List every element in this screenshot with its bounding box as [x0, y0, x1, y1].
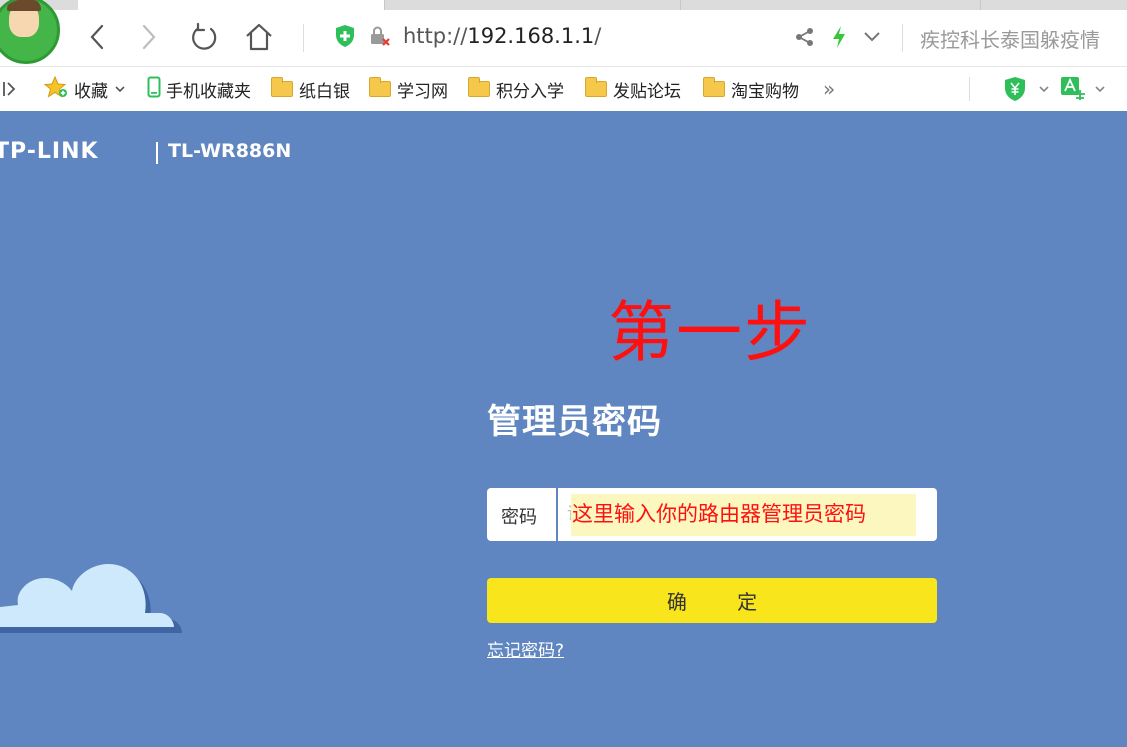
bookmark-label: 积分入学 [496, 81, 564, 102]
forgot-password-link[interactable]: 忘记密码? [487, 636, 564, 661]
translate-icon[interactable] [1060, 77, 1106, 101]
bookmarks-divider [969, 77, 970, 101]
user-avatar-icon[interactable] [0, 0, 60, 64]
bookmark-label: 纸白银 [299, 81, 350, 102]
star-icon [43, 75, 68, 103]
chevron-down-icon [114, 79, 126, 99]
password-field[interactable]: 密码 这里输入你的路由器管理员密码 [487, 488, 937, 541]
router-model: TL-WR886N [168, 140, 292, 162]
tab-separator [680, 0, 681, 10]
folder-icon [369, 77, 391, 97]
security-shield-icon[interactable] [334, 24, 356, 52]
bookmark-label: 学习网 [397, 81, 448, 102]
address-bar[interactable] [334, 22, 392, 54]
bookmark-mobile-favorites[interactable]: 手机收藏夹 [147, 76, 251, 103]
url-path: / [594, 24, 602, 48]
folder-icon [585, 77, 607, 97]
payment-shield-icon[interactable] [1002, 77, 1050, 101]
forward-button[interactable] [132, 20, 166, 54]
home-button[interactable] [242, 20, 276, 54]
confirm-button[interactable]: 确 定 [487, 578, 937, 623]
brand-divider [156, 142, 158, 164]
step-annotation: 第一步 [608, 294, 812, 371]
bookmark-folder[interactable]: 淘宝购物 [703, 77, 799, 102]
navigation-bar: http://192.168.1.1/ 疾控科长泰国躲疫情 [0, 0, 1127, 66]
chevron-down-icon[interactable] [855, 20, 889, 54]
lightning-icon[interactable] [822, 20, 856, 54]
url-host: 192.168.1.1 [467, 24, 595, 48]
active-tab[interactable] [78, 0, 385, 10]
brand-logo: TP-LINK [0, 139, 99, 164]
search-suggestion[interactable]: 疾控科长泰国躲疫情 [920, 24, 1100, 53]
bookmark-folder[interactable]: 学习网 [369, 77, 448, 102]
bookmarks-bar: 收藏 手机收藏夹 纸白银 学习网 积分入学 发贴论坛 淘宝购物 » [0, 66, 1127, 112]
bookmark-folder[interactable]: 发贴论坛 [585, 77, 681, 102]
cloud-decoration [0, 564, 182, 633]
nav-divider [902, 24, 903, 52]
reload-button[interactable] [187, 20, 221, 54]
tab-strip [0, 0, 1127, 10]
back-button[interactable] [80, 20, 114, 54]
sidebar-toggle-icon[interactable] [2, 77, 16, 101]
folder-icon [703, 77, 725, 97]
share-icon[interactable] [788, 20, 822, 54]
bookmark-folder[interactable]: 纸白银 [271, 77, 350, 102]
bookmark-label: 淘宝购物 [731, 81, 799, 102]
tab-separator [980, 0, 981, 10]
login-title: 管理员密码 [487, 402, 662, 442]
input-annotation: 这里输入你的路由器管理员密码 [572, 502, 866, 526]
chevron-down-icon [1038, 79, 1050, 99]
nav-divider [303, 24, 304, 52]
url-scheme: http:// [403, 24, 468, 48]
password-field-divider [556, 488, 558, 541]
more-bookmarks-button[interactable]: » [823, 77, 835, 101]
chevron-down-icon [1094, 79, 1106, 99]
password-label: 密码 [501, 507, 537, 528]
bookmark-folder[interactable]: 积分入学 [468, 77, 564, 102]
insecure-lock-icon[interactable] [368, 24, 392, 52]
phone-icon [147, 76, 161, 103]
bookmark-label: 收藏 [74, 81, 108, 102]
bookmark-favorites[interactable]: 收藏 [43, 75, 126, 103]
router-login-page: TP-LINK TL-WR886N 第一步 管理员密码 密码 这里输入你的路由器… [0, 111, 1127, 747]
url-text[interactable]: http://192.168.1.1/ [403, 24, 601, 48]
folder-icon [468, 77, 490, 97]
folder-icon [271, 77, 293, 97]
bookmark-label: 手机收藏夹 [166, 81, 251, 102]
bookmark-label: 发贴论坛 [613, 81, 681, 102]
